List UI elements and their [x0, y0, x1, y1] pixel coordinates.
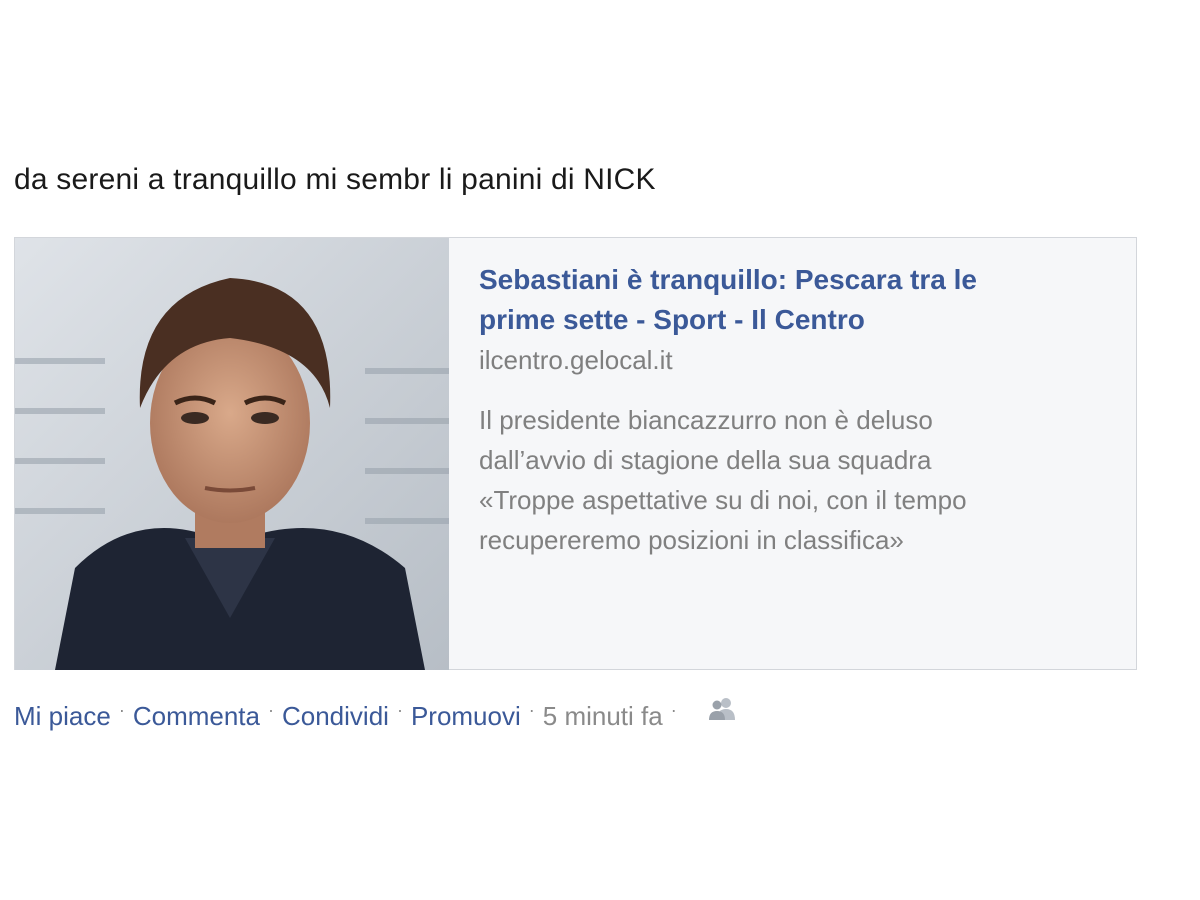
like-link[interactable]: Mi piace: [14, 701, 111, 732]
post-container: da sereni a tranquillo mi sembr li panin…: [0, 0, 1200, 900]
portrait-photo-icon: [15, 238, 449, 670]
separator: ·: [267, 700, 274, 720]
friends-icon[interactable]: [707, 696, 737, 729]
share-link[interactable]: Condividi: [282, 701, 389, 732]
friends-icon-graphic: [708, 698, 735, 720]
description-line: Il presidente biancazzurro non è deluso: [479, 405, 933, 435]
separator: ·: [118, 700, 125, 720]
description-line: recupereremo posizioni in classifica»: [479, 525, 904, 555]
separator: ·: [670, 700, 677, 720]
separator: ·: [396, 700, 403, 720]
timestamp-link[interactable]: 5 minuti fa: [543, 701, 663, 732]
link-thumbnail[interactable]: [15, 238, 449, 670]
link-description: Il presidente biancazzurro non è deluso …: [479, 400, 1099, 560]
separator: ·: [528, 700, 535, 720]
link-preview-card[interactable]: Sebastiani è tranquillo: Pescara tra le …: [14, 237, 1137, 670]
comment-link[interactable]: Commenta: [133, 701, 260, 732]
promote-link[interactable]: Promuovi: [411, 701, 521, 732]
link-title[interactable]: Sebastiani è tranquillo: Pescara tra le …: [479, 260, 1099, 340]
post-message: da sereni a tranquillo mi sembr li panin…: [14, 163, 656, 196]
post-actions-bar: Mi piace · Commenta · Condividi · Promuo…: [14, 698, 737, 733]
description-line: dall’avvio di stagione della sua squadra: [479, 445, 932, 475]
link-title-line: Sebastiani è tranquillo: Pescara tra le: [479, 264, 977, 295]
link-title-line: prime sette - Sport - Il Centro: [479, 304, 865, 335]
link-preview-body: Sebastiani è tranquillo: Pescara tra le …: [479, 260, 1099, 560]
link-domain: ilcentro.gelocal.it: [479, 345, 673, 375]
description-line: «Troppe aspettative su di noi, con il te…: [479, 485, 967, 515]
